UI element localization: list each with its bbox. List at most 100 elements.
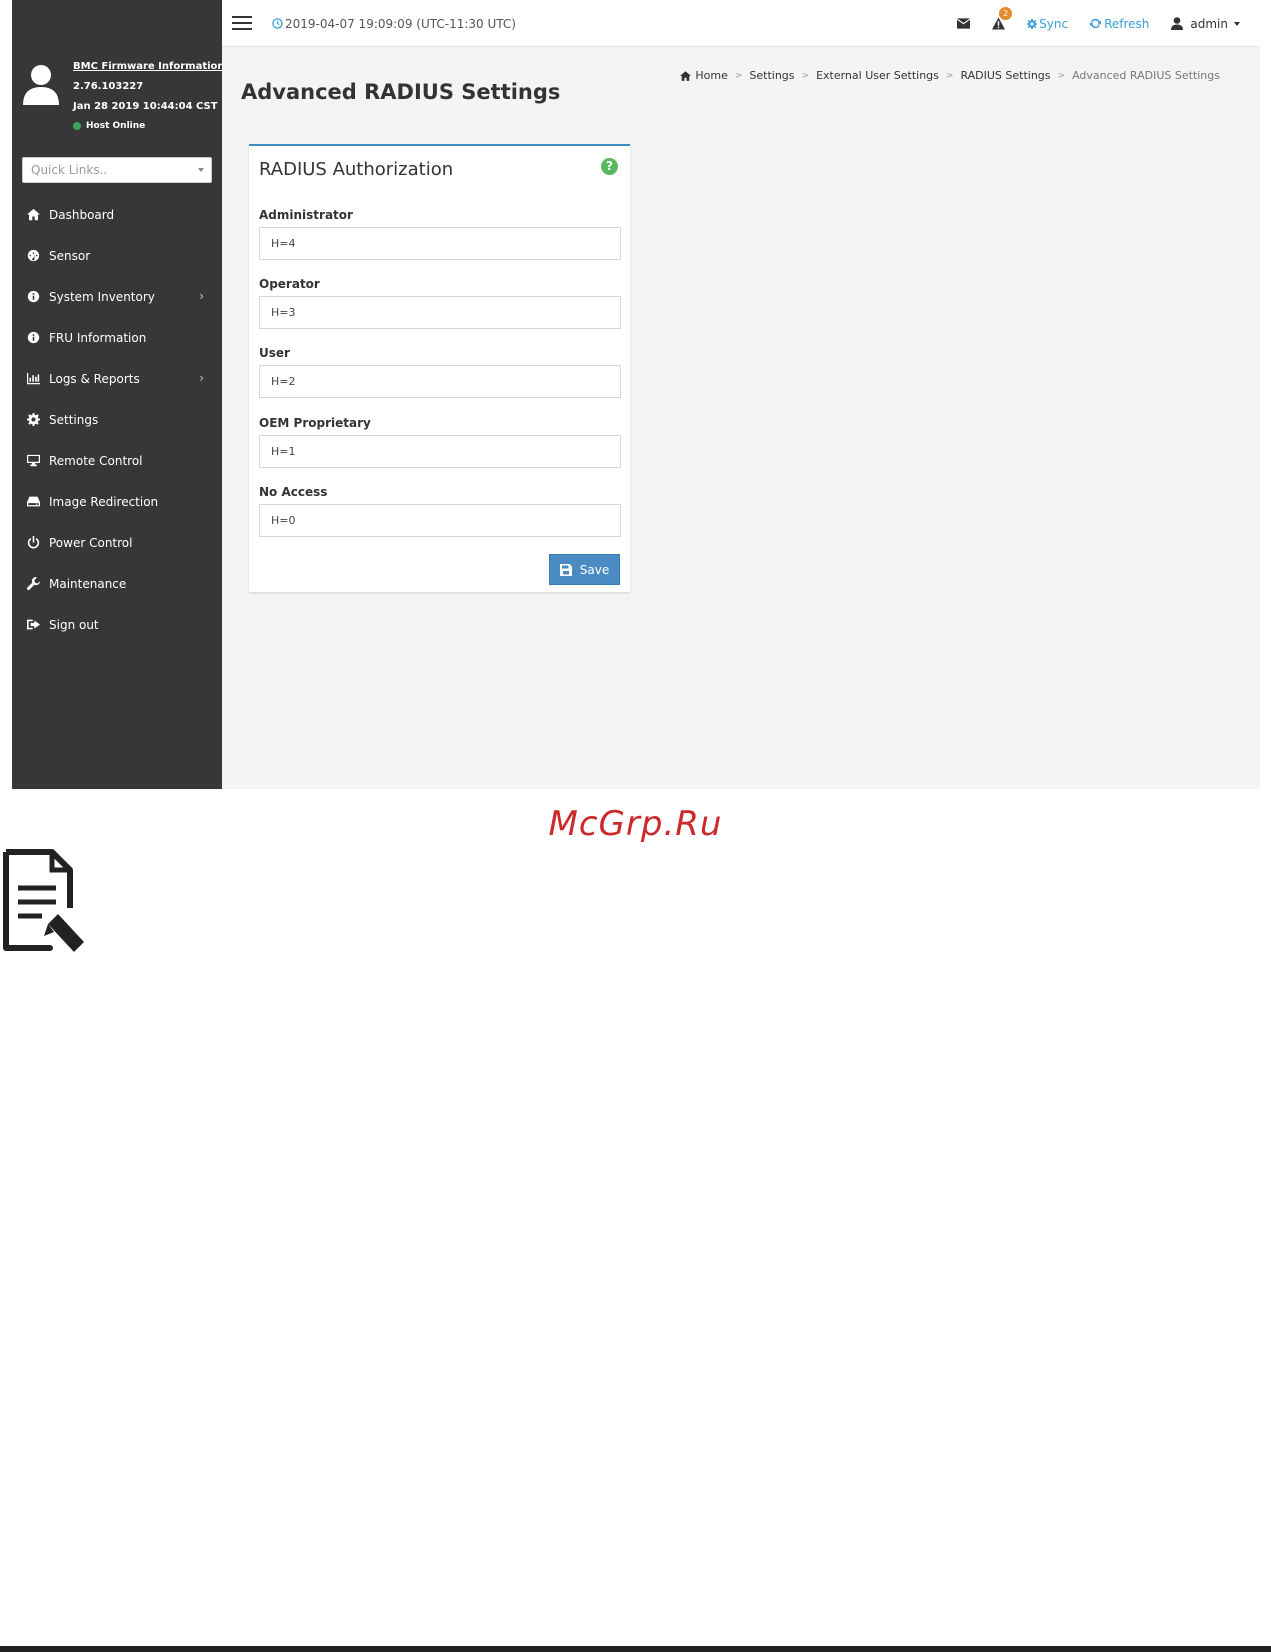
oem-proprietary-input[interactable] — [259, 435, 621, 468]
firmware-info-link[interactable]: BMC Firmware Information — [73, 61, 225, 72]
breadcrumb-external-user-settings[interactable]: External User Settings — [816, 69, 939, 82]
messages-button[interactable] — [957, 17, 971, 30]
sidebar-item-logs-reports[interactable]: Logs & Reports › — [12, 358, 222, 399]
dashboard-gauge-icon — [26, 249, 40, 263]
no-access-label: No Access — [259, 485, 328, 499]
refresh-label: Refresh — [1104, 16, 1150, 31]
sidebar-nav: Dashboard Sensor System Inventory › FRU … — [12, 194, 222, 645]
info-icon — [26, 290, 40, 304]
gear-icon — [26, 413, 40, 427]
monitor-icon — [26, 454, 40, 468]
note-document-icon — [3, 849, 84, 952]
card-title: RADIUS Authorization — [259, 159, 454, 180]
sidebar-item-label: System Inventory — [49, 289, 155, 304]
hdd-icon — [26, 495, 40, 509]
quick-links-placeholder: Quick Links.. — [31, 163, 108, 177]
top-bar-actions: 2 Sync Refresh admin — [935, 0, 1240, 47]
breadcrumb-settings[interactable]: Settings — [749, 69, 794, 82]
main-content: 2019-04-07 19:09:09 (UTC-11:30 UTC) 2 Sy… — [222, 0, 1260, 789]
sidebar-item-label: Power Control — [49, 535, 133, 550]
operator-input[interactable] — [259, 296, 621, 329]
sidebar-item-remote-control[interactable]: Remote Control — [12, 440, 222, 481]
refresh-button[interactable]: Refresh — [1090, 17, 1149, 31]
sidebar-item-sign-out[interactable]: Sign out — [12, 604, 222, 645]
user-input[interactable] — [259, 365, 621, 398]
sidebar-item-sensor[interactable]: Sensor — [12, 235, 222, 276]
breadcrumb-separator: > — [734, 70, 743, 81]
top-bar: 2019-04-07 19:09:09 (UTC-11:30 UTC) 2 Sy… — [222, 0, 1260, 47]
page-title: Advanced RADIUS Settings — [241, 80, 561, 104]
sync-button[interactable]: Sync — [1027, 17, 1068, 31]
envelope-icon — [957, 18, 971, 29]
home-icon — [680, 70, 692, 81]
help-icon[interactable]: ? — [601, 158, 618, 175]
sync-label: Sync — [1039, 16, 1069, 31]
user-icon — [1171, 17, 1184, 30]
sidebar: BMC Firmware Information 2.76.103227 Jan… — [12, 0, 225, 789]
breadcrumb-radius-settings[interactable]: RADIUS Settings — [960, 69, 1050, 82]
user-menu-button[interactable]: admin — [1171, 17, 1240, 31]
chevron-right-icon: › — [199, 289, 204, 303]
sidebar-item-label: Image Redirection — [49, 494, 159, 509]
home-icon — [26, 208, 40, 222]
bmc-web-ui: BMC Firmware Information 2.76.103227 Jan… — [12, 0, 1260, 789]
sidebar-item-label: Sign out — [49, 617, 99, 632]
user-label: admin — [1190, 16, 1228, 31]
sidebar-item-settings[interactable]: Settings — [12, 399, 222, 440]
breadcrumb-home[interactable]: Home — [695, 69, 727, 82]
hamburger-menu-icon[interactable] — [232, 16, 252, 32]
breadcrumb-current: Advanced RADIUS Settings — [1072, 69, 1220, 82]
bar-chart-icon — [26, 372, 40, 386]
breadcrumb-separator: > — [801, 70, 810, 81]
sidebar-item-label: Dashboard — [49, 207, 115, 222]
floppy-disk-icon — [559, 563, 572, 576]
sidebar-item-label: Remote Control — [49, 453, 143, 468]
breadcrumb: Home > Settings > External User Settings… — [680, 69, 1220, 82]
sync-gear-icon — [1027, 18, 1038, 29]
power-icon — [26, 536, 40, 550]
sidebar-item-label: FRU Information — [49, 330, 147, 345]
current-datetime: 2019-04-07 19:09:09 (UTC-11:30 UTC) — [285, 17, 516, 31]
breadcrumb-separator: > — [945, 70, 954, 81]
page-bottom-rule — [0, 1646, 1271, 1652]
sidebar-item-label: Settings — [49, 412, 99, 427]
sidebar-item-dashboard[interactable]: Dashboard — [12, 194, 222, 235]
sidebar-item-label: Maintenance — [49, 576, 127, 591]
status-dot-icon — [73, 122, 81, 130]
breadcrumb-separator: > — [1057, 70, 1066, 81]
save-button[interactable]: Save — [549, 554, 620, 585]
user-panel: BMC Firmware Information 2.76.103227 Jan… — [12, 55, 225, 135]
sidebar-item-maintenance[interactable]: Maintenance — [12, 563, 222, 604]
clock-icon — [272, 18, 283, 29]
oem-proprietary-label: OEM Proprietary — [259, 416, 371, 430]
user-avatar-icon — [23, 65, 59, 105]
caret-down-icon — [1234, 21, 1240, 26]
user-label: User — [259, 346, 290, 360]
host-status: Host Online — [73, 121, 145, 131]
alert-count-badge: 2 — [999, 7, 1013, 20]
radius-authorization-card: RADIUS Authorization ? Administrator Ope… — [249, 144, 630, 592]
sidebar-item-label: Sensor — [49, 248, 91, 263]
sidebar-item-label: Logs & Reports — [49, 371, 140, 386]
caret-down-icon — [198, 168, 204, 172]
sidebar-item-system-inventory[interactable]: System Inventory › — [12, 276, 222, 317]
operator-label: Operator — [259, 277, 320, 291]
alerts-button[interactable]: 2 — [992, 7, 1013, 30]
quick-links-select[interactable]: Quick Links.. — [22, 157, 212, 183]
sign-out-icon — [26, 618, 40, 632]
chevron-right-icon: › — [199, 371, 204, 385]
watermark: McGrp.Ru — [548, 804, 723, 844]
administrator-label: Administrator — [259, 208, 353, 222]
save-label: Save — [579, 562, 610, 577]
sidebar-item-image-redirection[interactable]: Image Redirection — [12, 481, 222, 522]
refresh-icon — [1090, 18, 1102, 29]
firmware-version: 2.76.103227 — [73, 81, 144, 92]
no-access-input[interactable] — [259, 504, 621, 537]
sidebar-item-fru-information[interactable]: FRU Information — [12, 317, 222, 358]
wrench-icon — [26, 577, 40, 591]
firmware-build-date: Jan 28 2019 10:44:04 CST — [73, 101, 218, 112]
sidebar-item-power-control[interactable]: Power Control — [12, 522, 222, 563]
administrator-input[interactable] — [259, 227, 621, 260]
host-status-label: Host Online — [86, 121, 146, 131]
info-icon — [26, 331, 40, 345]
